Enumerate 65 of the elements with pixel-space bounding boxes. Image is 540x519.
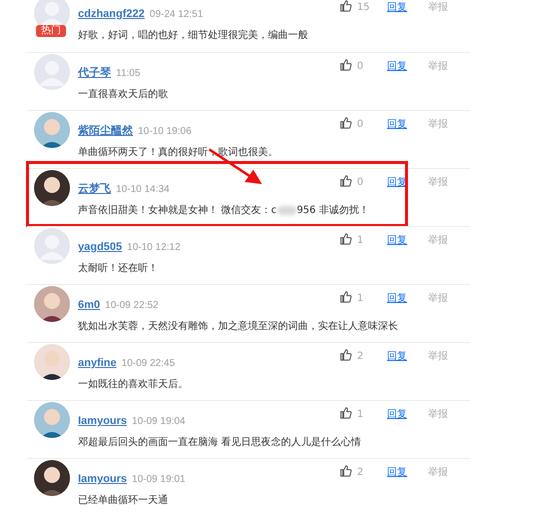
like-count: 0 [357,60,364,74]
thumbs-up-icon[interactable] [340,175,352,187]
like-count: 1 [357,292,364,306]
thumbs-up-icon[interactable] [340,0,352,12]
reply-link[interactable]: 回复 [387,291,428,306]
comment-text: 声音依旧甜美！女神就是女神！ 微信交友：c [78,205,277,216]
comment-time: 10-09 19:01 [132,474,186,485]
username[interactable]: Iamyours [78,473,127,485]
comment-text: 太耐听！还在听！ [78,263,158,274]
thumbs-up-icon[interactable] [340,407,352,419]
like-count: 0 [357,118,364,132]
reply-link[interactable]: 回复 [387,465,428,480]
username[interactable]: 6m0 [78,299,100,311]
like-count: 2 [357,350,364,364]
reply-link[interactable]: 回复 [387,117,428,132]
reply-link[interactable]: 回复 [387,0,428,15]
like-count: 2 [357,466,364,480]
username[interactable]: yagd505 [78,241,122,253]
like-count: 1 [357,408,364,422]
thumbs-up-icon[interactable] [340,465,352,477]
hot-badge: 热门 [36,25,66,37]
reply-link[interactable]: 回复 [387,407,428,422]
report-link[interactable]: 举报 [428,0,448,15]
thumbs-up-icon[interactable] [340,349,352,361]
report-link[interactable]: 举报 [428,407,448,422]
report-link[interactable]: 举报 [428,175,448,190]
comment-text: 好歌，好词，唱的也好，细节处理很完美，编曲一般 [78,30,308,41]
report-link[interactable]: 举报 [428,117,448,132]
comment-time: 10-10 14:34 [116,184,170,195]
like-count: 0 [357,176,364,190]
comment-text: 单曲循环两天了！真的很好听，歌词也很美。 [78,147,278,158]
thumbs-up-icon[interactable] [340,117,352,129]
reply-link[interactable]: 回复 [387,175,428,190]
username[interactable]: anyfine [78,357,117,369]
thumbs-up-icon[interactable] [340,233,352,245]
like-count: 1 [357,234,364,248]
comment-time: 10-10 12:12 [127,242,180,253]
reply-link[interactable]: 回复 [387,233,428,248]
reply-link[interactable]: 回复 [387,59,428,74]
report-link[interactable]: 举报 [428,291,448,306]
comment-text: 已经单曲循环一天通 [78,495,168,506]
comment-time: 10-09 19:04 [132,416,186,427]
username[interactable]: Iamyours [78,415,127,427]
comment-time: 09-24 12:51 [150,9,204,20]
report-link[interactable]: 举报 [428,59,448,74]
comment-text: 邓超最后回头的画面一直在脑海 看见日思夜念的人儿是什么心情 [78,437,362,448]
thumbs-up-icon[interactable] [340,291,352,303]
comment-time: 10-09 22:45 [122,358,175,369]
comment-text: 犹如出水芙蓉，天然没有雕饰，加之意境至深的词曲，实在让人意味深长 [78,321,398,332]
username[interactable]: cdzhangf222 [78,8,145,20]
report-link[interactable]: 举报 [428,233,448,248]
report-link[interactable]: 举报 [428,465,448,480]
report-link[interactable]: 举报 [428,349,448,364]
comment-time: 10-09 22:52 [105,300,158,311]
comment-text: 一直很喜欢天后的歌 [78,89,168,100]
comment-text: 一如既往的喜欢菲天后。 [78,379,188,390]
username[interactable]: 云梦飞 [78,183,111,195]
like-count: 15 [357,1,371,15]
username[interactable]: 代子琴 [78,67,111,79]
reply-link[interactable]: 回复 [387,349,428,364]
thumbs-up-icon[interactable] [340,59,352,71]
comment-time: 10-10 19:06 [138,126,192,137]
comment-time: 11:05 [116,68,140,79]
username[interactable]: 紫陌尘醞然 [78,125,133,137]
comment-text: 956 非诚勿扰！ [296,205,369,216]
